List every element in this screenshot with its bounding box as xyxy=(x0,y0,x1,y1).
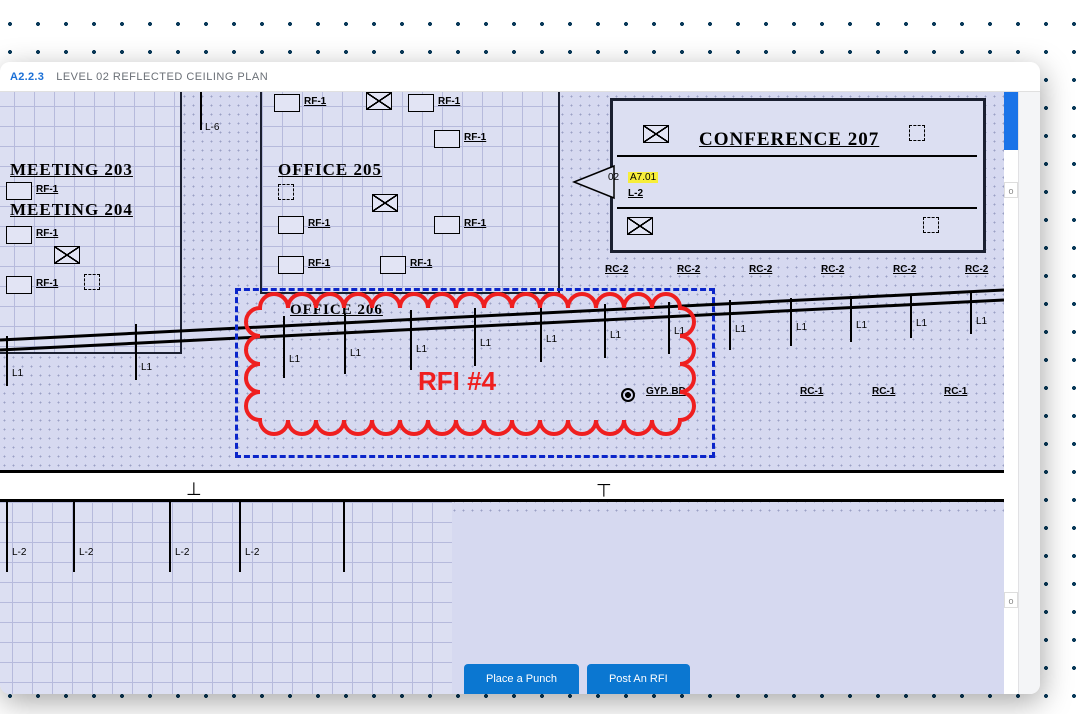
tick-mark xyxy=(6,336,8,386)
room-office-205: OFFICE 205 RF-1 RF-1 RF-1 RF-1 RF-1 RF-1… xyxy=(260,92,560,294)
tick-mark xyxy=(6,502,8,572)
sheet-code[interactable]: A2.2.3 xyxy=(10,71,44,83)
fixture-rf1-icon xyxy=(380,256,406,274)
rfi-label[interactable]: RFI #4 xyxy=(418,366,496,397)
tick-mark xyxy=(200,92,202,130)
drawing-viewport[interactable]: MEETING 203 MEETING 204 RF-1 RF-1 RF-1 L… xyxy=(0,92,1004,694)
fixture-rf1-icon xyxy=(274,94,300,112)
dash-box-icon xyxy=(909,125,925,141)
mark-l1: L1 xyxy=(735,324,746,335)
vertical-scrollbar[interactable] xyxy=(1018,92,1040,694)
mark-rc2: RC-2 xyxy=(965,264,988,275)
tick-mark xyxy=(135,324,137,380)
mark-l1: L1 xyxy=(796,322,807,333)
dash-box-icon xyxy=(923,217,939,233)
tick-mark xyxy=(910,294,912,338)
room-label-conference-207: CONFERENCE 207 xyxy=(699,129,879,151)
tick-mark xyxy=(73,502,75,572)
tick-mark: L-2 L-2 OFFICE 249 RF-1 RF-1 ACT-01 9' -… xyxy=(343,502,345,572)
mark-rf1: RF-1 xyxy=(36,184,58,195)
mark-rc2: RC-2 xyxy=(749,264,772,275)
mark-rf1: RF-1 xyxy=(304,96,326,107)
i-beam-icon: ⊥ xyxy=(186,479,202,500)
callout-mark: L-2 xyxy=(628,188,643,199)
title-bar: A2.2.3 LEVEL 02 REFLECTED CEILING PLAN xyxy=(0,62,1040,92)
tick-mark xyxy=(239,502,241,572)
tick-mark xyxy=(790,298,792,346)
mark-l1: L1 xyxy=(141,362,152,373)
mark-rc2: RC-2 xyxy=(605,264,628,275)
place-punch-button[interactable]: Place a Punch xyxy=(464,664,579,694)
sheet-name: LEVEL 02 REFLECTED CEILING PLAN xyxy=(56,71,268,83)
mark-rf1: RF-1 xyxy=(36,228,58,239)
tick-mark xyxy=(169,502,171,572)
room-conference-207: CONFERENCE 207 xyxy=(610,98,986,253)
mark-l1: L1 xyxy=(916,318,927,329)
fixture-rf1-icon xyxy=(6,182,32,200)
mark-l2: L-2 xyxy=(245,547,259,558)
mark-rc1: RC-1 xyxy=(872,386,895,397)
line xyxy=(617,155,977,157)
dash-box-icon xyxy=(278,184,294,200)
mark-l2: L-2 xyxy=(175,547,189,558)
line xyxy=(617,207,977,209)
app-window: A2.2.3 LEVEL 02 REFLECTED CEILING PLAN o… xyxy=(0,62,1040,694)
callout-level: 02 xyxy=(608,172,619,183)
fixture-rf1-icon xyxy=(408,94,434,112)
mark-rf1: RF-1 xyxy=(308,218,330,229)
side-tab-active[interactable] xyxy=(1004,92,1018,150)
mark-l1: L1 xyxy=(856,320,867,331)
callout-ref: A7.01 xyxy=(628,172,658,183)
side-peek-b[interactable]: o xyxy=(1004,592,1018,608)
mark-l6: L-6 xyxy=(205,122,219,133)
mark-rc1: RC-1 xyxy=(944,386,967,397)
fixture-x-icon xyxy=(643,125,669,143)
mark-l1: L1 xyxy=(976,316,987,327)
mark-rc2: RC-2 xyxy=(893,264,916,275)
mark-rf1: RF-1 xyxy=(410,258,432,269)
lower-grid-area xyxy=(0,502,452,694)
i-beam-icon: ⊥ xyxy=(596,479,612,500)
mark-rc1: RC-1 xyxy=(800,386,823,397)
fixture-rf1-icon xyxy=(6,226,32,244)
arrow-callout-icon xyxy=(574,162,634,202)
tick-mark xyxy=(970,292,972,334)
mark-rf1: RF-1 xyxy=(464,132,486,143)
tick-mark xyxy=(850,296,852,342)
fixture-x-icon xyxy=(54,246,80,264)
mark-rf1: RF-1 xyxy=(438,96,460,107)
room-label-meeting-204: MEETING 204 xyxy=(10,200,133,220)
mark-rf1: RF-1 xyxy=(464,218,486,229)
mark-rf1: RF-1 xyxy=(308,258,330,269)
mark-rc2: RC-2 xyxy=(821,264,844,275)
tick-mark xyxy=(729,300,731,350)
mark-l1: L1 xyxy=(12,368,23,379)
fixture-rf1-icon xyxy=(434,216,460,234)
mark-l2: L-2 xyxy=(79,547,93,558)
corridor-band: ⊥ ⊥ xyxy=(0,470,1004,502)
fixture-x-icon xyxy=(627,217,653,235)
action-bar: Place a Punch Post An RFI xyxy=(464,664,690,694)
mark-l2: L-2 xyxy=(12,547,26,558)
room-label-meeting-203: MEETING 203 xyxy=(10,160,133,180)
fixture-rf1-icon xyxy=(278,256,304,274)
room-label-office-205: OFFICE 205 xyxy=(278,160,382,180)
fixture-x-icon xyxy=(372,194,398,212)
fixture-rf1-icon xyxy=(434,130,460,148)
post-rfi-button[interactable]: Post An RFI xyxy=(587,664,690,694)
fixture-rf1-icon xyxy=(278,216,304,234)
fixture-x-icon xyxy=(366,92,392,110)
side-peek-a[interactable]: o xyxy=(1004,182,1018,198)
mark-rc2: RC-2 xyxy=(677,264,700,275)
